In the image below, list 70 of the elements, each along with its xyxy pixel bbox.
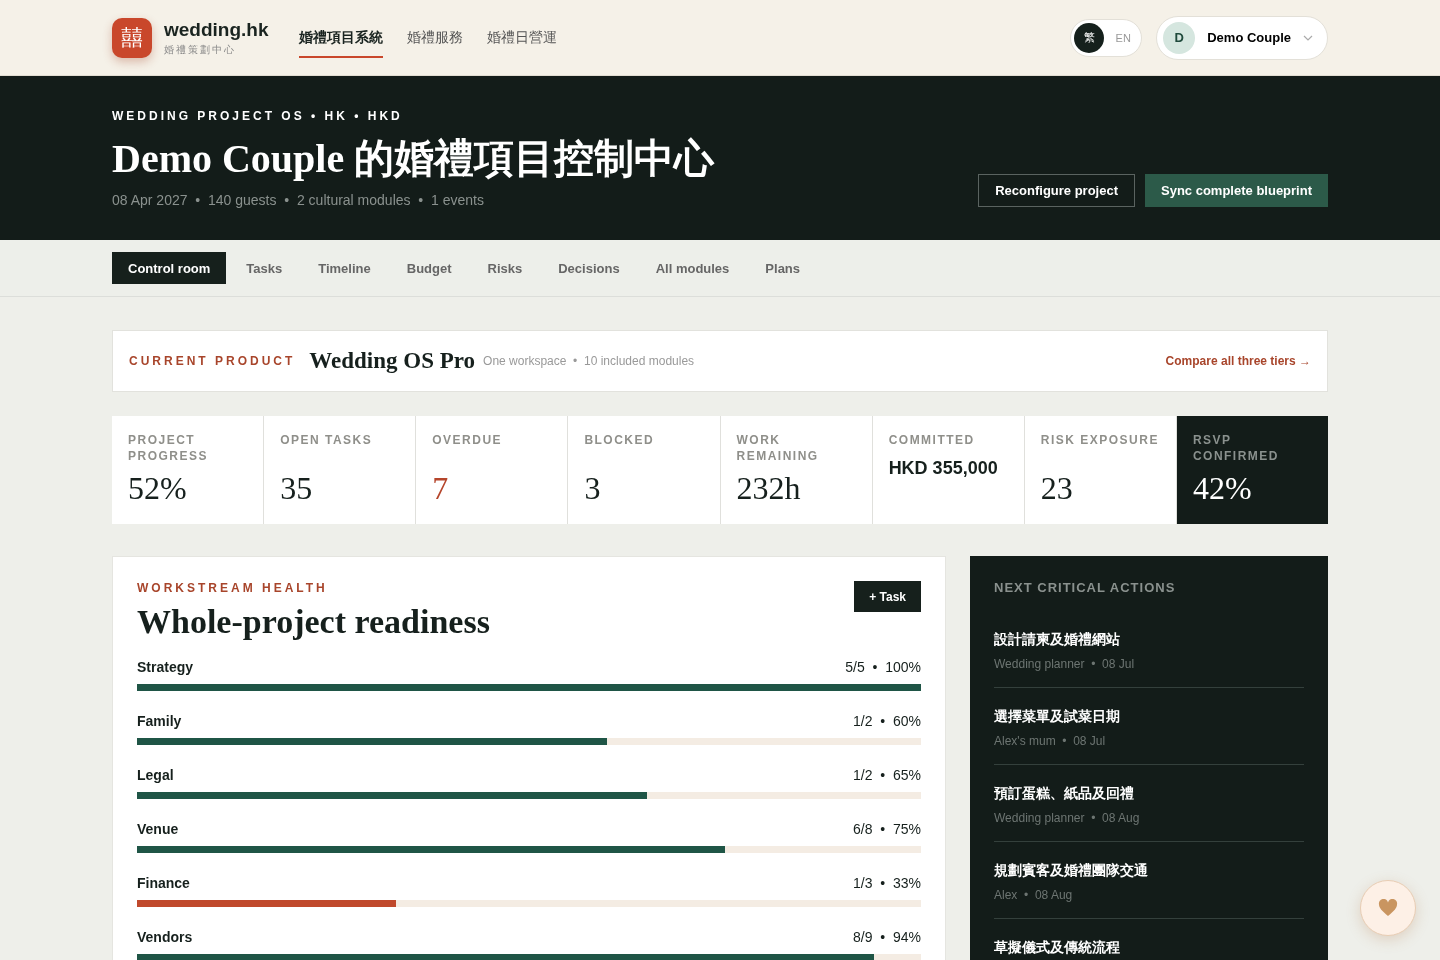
stat-value: 23 [1040, 470, 1074, 507]
workstream-name: Venue [137, 821, 179, 837]
hero-meta: 08 Apr 2027 • 140 guests • 2 cultural modules • 1 events [112, 192, 485, 208]
workstream-name: Finance [137, 875, 190, 891]
stat-value: 42% [1192, 470, 1253, 507]
workstream-name: Legal [137, 767, 174, 783]
stat-label: RSVP CONFIRMED [1192, 432, 1281, 464]
action-title[interactable]: 設計請柬及婚禮網站 [994, 631, 1304, 649]
reconfigure-button[interactable]: Reconfigure project [978, 174, 1135, 207]
workstream-reading: 1/2 • 65% [853, 767, 921, 783]
favorite-button[interactable] [1360, 880, 1416, 936]
workstream-reading: 1/2 • 60% [853, 713, 921, 729]
stat-label: RISK EXPOSURE [1040, 432, 1160, 449]
avatar: D [1163, 21, 1196, 54]
hero-title: Demo Couple 的婚禮項目控制中心 [112, 135, 715, 183]
stat-value: 3 [584, 470, 602, 507]
stat-value: 232h [736, 470, 802, 507]
tab[interactable]: Plans [749, 252, 817, 284]
action-meta: Alex • 08 Aug [994, 888, 1074, 902]
action-title[interactable]: 預訂蛋糕、紙品及回禮 [994, 785, 1304, 803]
tab[interactable]: All modules [639, 252, 746, 284]
stat-value: 35 [280, 470, 314, 507]
stat-label: OVERDUE [432, 432, 504, 449]
logo-badge[interactable]: 囍 [112, 17, 152, 58]
stat-label: BLOCKED [584, 432, 656, 449]
action-title[interactable]: 草擬儀式及傳統流程 [994, 939, 1304, 957]
language-option[interactable]: 繁 [1074, 22, 1105, 53]
stat-label: OPEN TASKS [280, 432, 374, 449]
action-meta: Wedding planner • 08 Jul [994, 657, 1136, 671]
stat-label: PROJECT PROGRESS [128, 432, 209, 464]
product-detail: One workspace • 10 included modules [483, 354, 695, 368]
tab[interactable]: Decisions [542, 252, 636, 284]
tab[interactable]: Budget [390, 252, 468, 284]
stat-value: 52% [128, 470, 188, 507]
product-label: CURRENT PRODUCT [129, 354, 296, 368]
nav-link[interactable]: 婚禮服務 [406, 19, 463, 58]
heart-icon [1378, 899, 1398, 917]
action-meta: Alex's mum • 08 Jul [994, 734, 1107, 748]
chevron-down-icon [1303, 34, 1313, 41]
stat-label: COMMITTED [888, 432, 976, 448]
tab[interactable]: Risks [471, 252, 539, 284]
stat-value: HKD 355,000 [888, 458, 999, 479]
tab[interactable]: Tasks [230, 252, 299, 284]
tab[interactable]: Control room [112, 252, 227, 284]
action-title[interactable]: 選擇菜單及試菜日期 [994, 708, 1304, 726]
workstream-reading: 8/9 • 94% [853, 929, 921, 945]
nav-link[interactable]: 婚禮項目系統 [298, 19, 383, 58]
hero-eyebrow: WEDDING PROJECT OS • HK • HKD [112, 109, 404, 123]
brand-name: wedding.hk [164, 18, 269, 41]
workstream-reading: 5/5 • 100% [845, 659, 921, 675]
stat-label: WORK REMAINING [736, 432, 820, 464]
action-meta: Wedding planner • 08 Aug [994, 811, 1141, 825]
brand-tagline: 婚禮策劃中心 [164, 42, 237, 57]
workstream-name: Vendors [137, 929, 193, 945]
workstream-name: Strategy [137, 659, 194, 675]
stat-value: 7 [432, 470, 450, 507]
add-task-button[interactable]: + Task [854, 581, 921, 612]
compare-tiers-link[interactable]: Compare all three tiers → [1165, 354, 1311, 368]
panel-title: NEXT CRITICAL ACTIONS [994, 580, 1177, 595]
section-eyebrow: WORKSTREAM HEALTH [137, 581, 329, 595]
nav-link[interactable]: 婚禮日營運 [486, 19, 557, 58]
product-name: Wedding OS Pro [309, 348, 476, 374]
tab[interactable]: Timeline [302, 252, 387, 284]
workstream-reading: 6/8 • 75% [853, 821, 921, 837]
workstream-name: Family [137, 713, 182, 729]
user-menu[interactable]: D Demo Couple [1156, 15, 1328, 60]
action-title[interactable]: 規劃賓客及婚禮團隊交通 [994, 862, 1304, 880]
section-title: Whole-project readiness [137, 603, 490, 641]
sync-button[interactable]: Sync complete blueprint [1145, 174, 1328, 207]
workstream-reading: 1/3 • 33% [853, 875, 921, 891]
